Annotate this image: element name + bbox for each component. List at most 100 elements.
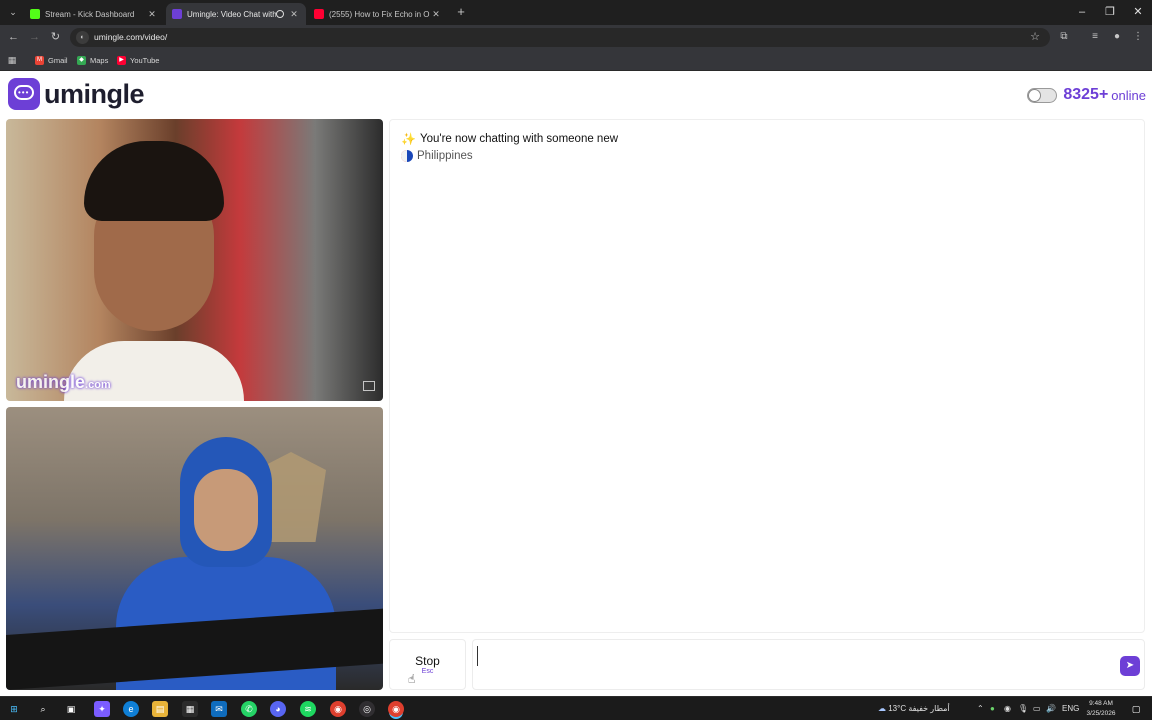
message-box[interactable]: ➤ (472, 639, 1145, 690)
close-tab-icon[interactable]: ✕ (430, 9, 442, 20)
edge-icon[interactable]: e (123, 701, 139, 717)
stop-shortcut: Esc (421, 668, 434, 675)
windows-taskbar: ⊞ ⌕ ▣ ✦ e ▤ ▦ ✉ ✆ ◕ ≋ ◉ ◎ ◉ ☁ 13°C أمطار… (0, 696, 1152, 720)
discord-icon[interactable]: ◕ (270, 701, 286, 717)
new-tab-icon[interactable]: + (454, 5, 468, 19)
stop-label: Stop (415, 654, 440, 668)
whatsapp-icon[interactable]: ✆ (241, 701, 257, 717)
bookmark-youtube[interactable]: ▶ YouTube (117, 54, 159, 67)
file-explorer-icon[interactable]: ▤ (152, 701, 168, 717)
youtube-icon: ▶ (117, 56, 126, 65)
country-name: Philippines (417, 150, 473, 162)
online-plus: + (1098, 86, 1109, 103)
microphone-icon[interactable]: 🎙 (1018, 697, 1028, 720)
restore-icon[interactable]: ❐ (1102, 4, 1118, 20)
youtube-favicon-icon (314, 9, 324, 19)
browser-titlebar: ⌄ Stream - Kick Dashboard ✕ Umingle: Vid… (0, 0, 1152, 25)
online-indicator: 8325 + online (1027, 85, 1146, 105)
message-input[interactable] (477, 646, 1107, 666)
clock-time: 9:48 AM (1089, 700, 1113, 707)
country-row: Philippines (401, 149, 473, 163)
profile-avatar-icon[interactable]: ● (1110, 30, 1124, 44)
close-tab-icon[interactable]: ✕ (146, 9, 158, 20)
bookmark-gmail[interactable]: M Gmail (35, 54, 68, 67)
tray-chrome-icon[interactable]: ◉ (1004, 697, 1011, 720)
chat-bubble-logo-icon: ••• (8, 78, 40, 110)
bookmark-label: YouTube (130, 56, 160, 65)
tab-search-chevron-icon[interactable]: ⌄ (5, 5, 21, 19)
reload-icon[interactable]: ↻ (48, 30, 63, 45)
tab-title: Stream - Kick Dashboard (45, 9, 135, 19)
weather-widget[interactable]: ☁ 13°C أمطار خفيفة (878, 697, 950, 720)
minimize-icon[interactable]: – (1074, 4, 1090, 20)
online-label: online (1111, 87, 1146, 103)
umingle-favicon-icon (172, 9, 182, 19)
forward-icon[interactable]: → (27, 30, 42, 45)
task-view-icon[interactable]: ▣ (63, 701, 79, 717)
tab-title: Umingle: Video Chat with S (187, 9, 276, 19)
online-count: 8325 (1063, 86, 1099, 103)
self-video (6, 407, 383, 690)
outlook-icon[interactable]: ✉ (211, 701, 227, 717)
spotify-icon[interactable]: ≋ (300, 701, 316, 717)
bookmark-label: Maps (90, 56, 109, 65)
stranger-video: umingle.com (6, 119, 383, 401)
obs-icon[interactable]: ◎ (359, 701, 375, 717)
tab-youtube[interactable]: (2555) How to Fix Echo in OBS ✕ (308, 3, 448, 25)
back-icon[interactable]: ← (6, 30, 21, 45)
menu-kebab-icon[interactable]: ⋮ (1131, 30, 1145, 44)
url-text[interactable]: umingle.com/video/ (94, 28, 167, 47)
site-info-icon[interactable]: ◐ (76, 31, 89, 44)
sparkle-icon: ✨ (401, 132, 416, 146)
bookmarks-bar: ▦ M Gmail ◆ Maps ▶ YouTube (0, 50, 1152, 71)
watermark-brand: umingle (16, 372, 86, 392)
stranger-person (64, 141, 244, 401)
chrome-icon[interactable]: ◉ (330, 701, 346, 717)
tab-umingle[interactable]: Umingle: Video Chat with S ✕ (166, 3, 306, 25)
volume-icon[interactable]: 🔊 (1046, 697, 1056, 720)
tab-title: (2555) How to Fix Echo in OBS (329, 9, 430, 19)
apps-grid-icon[interactable]: ▦ (6, 54, 18, 66)
recording-indicator-icon (276, 10, 284, 18)
status-message: You're now chatting with someone new (420, 133, 619, 145)
report-flag-icon[interactable] (363, 381, 375, 391)
bookmark-maps[interactable]: ◆ Maps (77, 54, 108, 67)
tab-kick-dashboard[interactable]: Stream - Kick Dashboard ✕ (24, 3, 164, 25)
philippines-flag-icon (401, 150, 413, 162)
chrome-active-icon[interactable]: ◉ (388, 701, 404, 717)
temperature: 13°C (888, 704, 907, 713)
weather-description: أمطار خفيفة (908, 704, 950, 713)
bookmark-star-icon[interactable]: ☆ (1030, 30, 1040, 43)
browser-toolbar: ← → ↻ ◐ umingle.com/video/ ☆ ⧉ ≡ ● ⋮ (0, 25, 1152, 50)
logo-text: umingle (44, 78, 145, 109)
notifications-icon[interactable]: ▢ (1128, 701, 1144, 717)
copilot-icon[interactable]: ✦ (94, 701, 110, 717)
address-bar[interactable]: ◐ umingle.com/video/ ☆ (70, 28, 1050, 47)
close-tab-icon[interactable]: ✕ (288, 9, 300, 20)
chat-log: ✨ You're now chatting with someone new P… (389, 119, 1145, 633)
media-control-icon[interactable]: ≡ (1088, 30, 1102, 44)
extensions-icon[interactable]: ⧉ (1057, 30, 1071, 44)
clock[interactable]: 9:48 AM 3/25/2026 (1084, 699, 1118, 719)
theme-toggle[interactable] (1027, 87, 1058, 103)
bookmark-label: Gmail (48, 56, 68, 65)
windows-start-icon[interactable]: ⊞ (6, 701, 22, 717)
umingle-page: ••• umingle 8325 + online umingle.com ✨ (0, 72, 1152, 696)
close-window-icon[interactable]: ✕ (1130, 4, 1146, 20)
kick-favicon-icon (30, 9, 40, 19)
video-watermark: umingle.com (16, 372, 111, 393)
watermark-domain: .com (85, 379, 111, 391)
language-indicator[interactable]: ENG (1062, 697, 1079, 720)
network-icon[interactable]: ▭ (1033, 697, 1041, 720)
maps-icon: ◆ (77, 56, 86, 65)
tray-app-icon[interactable]: ● (990, 697, 995, 720)
mouse-cursor-icon: ☝ (408, 672, 416, 686)
store-icon[interactable]: ▦ (182, 701, 198, 717)
stop-button[interactable]: Stop Esc (389, 639, 466, 690)
gmail-icon: M (35, 56, 44, 65)
tray-chevron-icon[interactable]: ⌃ (977, 697, 984, 720)
status-message-row: ✨ You're now chatting with someone new (401, 132, 618, 146)
send-icon[interactable]: ➤ (1120, 656, 1140, 676)
search-icon[interactable]: ⌕ (35, 701, 51, 717)
umingle-logo[interactable]: ••• umingle (8, 78, 145, 110)
